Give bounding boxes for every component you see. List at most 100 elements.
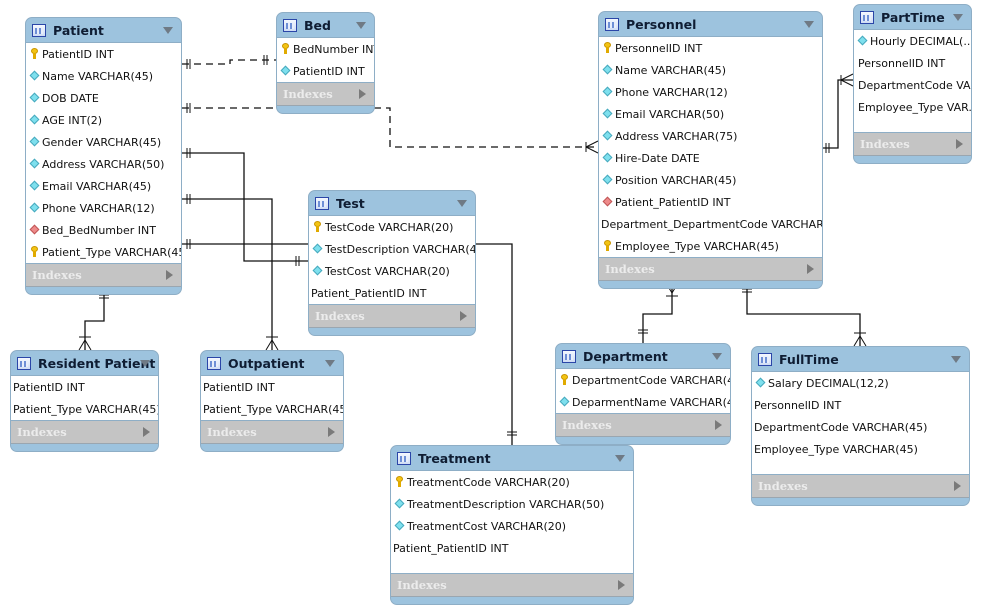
indexes-section[interactable]: Indexes [309,305,475,328]
column-row[interactable]: Email VARCHAR(45) [26,175,181,197]
rel-personnel-department[interactable] [638,282,679,343]
table-header[interactable]: Resident Patient [11,351,158,375]
column-row[interactable]: PatientID INT [277,60,374,82]
indexes-section[interactable]: Indexes [201,421,343,444]
expand-arrow-icon[interactable] [807,264,814,274]
column-row[interactable]: Patient_Type VARCHAR(45) [201,398,343,420]
indexes-section[interactable]: Indexes [11,421,158,444]
column-row[interactable]: PersonnelID INT [752,394,969,416]
collapse-toggle-icon[interactable] [804,21,814,28]
column-row[interactable]: TestCost VARCHAR(20) [309,260,475,282]
table-department[interactable]: Department DepartmentCode VARCHAR(45) De… [555,343,731,445]
indexes-section[interactable]: Indexes [752,475,969,498]
rel-patient-bed[interactable] [182,55,276,69]
table-header[interactable]: Personnel [599,12,822,36]
expand-arrow-icon[interactable] [359,89,366,99]
column-row[interactable]: Bed_BedNumber INT [26,219,181,241]
column-row[interactable]: Patient_PatientID INT [309,282,475,304]
expand-arrow-icon[interactable] [328,427,335,437]
column-row[interactable]: Patient_PatientID INT [391,537,633,559]
column-row[interactable]: Name VARCHAR(45) [26,65,181,87]
column-row[interactable]: BedNumber INT [277,38,374,60]
expand-arrow-icon[interactable] [166,270,173,280]
column-row[interactable]: PersonnelID INT [854,52,971,74]
collapse-toggle-icon[interactable] [457,200,467,207]
rel-patient-test[interactable] [182,148,308,266]
column-row[interactable]: DOB DATE [26,87,181,109]
column-row[interactable]: Employee_Type VAR... [854,96,971,118]
column-row[interactable]: Address VARCHAR(50) [26,153,181,175]
table-parttime[interactable]: PartTime Hourly DECIMAL(... PersonnelID … [853,4,972,164]
column-row[interactable]: Gender VARCHAR(45) [26,131,181,153]
table-header[interactable]: Department [556,344,730,368]
column-row[interactable]: TreatmentCost VARCHAR(20) [391,515,633,537]
column-row[interactable]: Hourly DECIMAL(... [854,30,971,52]
column-row[interactable]: Salary DECIMAL(12,2) [752,372,969,394]
column-row[interactable]: Employee_Type VARCHAR(45) [752,438,969,460]
collapse-toggle-icon[interactable] [325,360,335,367]
rel-patient-outpatient[interactable] [182,194,279,351]
column-row[interactable]: Address VARCHAR(75) [599,125,822,147]
column-row[interactable]: PatientID INT [11,376,158,398]
table-fulltime[interactable]: FullTime Salary DECIMAL(12,2) PersonnelI… [751,346,970,506]
collapse-toggle-icon[interactable] [140,360,150,367]
table-header[interactable]: Treatment [391,446,633,470]
column-row[interactable]: Patient_Type VARCHAR(45) [26,241,181,263]
indexes-section[interactable]: Indexes [277,83,374,106]
collapse-toggle-icon[interactable] [951,356,961,363]
table-test[interactable]: Test TestCode VARCHAR(20) TestDescriptio… [308,190,476,336]
column-row[interactable]: AGE INT(2) [26,109,181,131]
collapse-toggle-icon[interactable] [356,22,366,29]
column-row[interactable]: TreatmentCode VARCHAR(20) [391,471,633,493]
column-row[interactable]: PersonnelID INT [599,37,822,59]
column-row[interactable]: TestDescription VARCHAR(45) [309,238,475,260]
column-row[interactable]: Position VARCHAR(45) [599,169,822,191]
table-resident-patient[interactable]: Resident Patient PatientID INT Patient_T… [10,350,159,452]
indexes-section[interactable]: Indexes [599,258,822,281]
table-header[interactable]: Test [309,191,475,215]
expand-arrow-icon[interactable] [143,427,150,437]
indexes-section[interactable]: Indexes [556,414,730,437]
table-personnel[interactable]: Personnel PersonnelID INT Name VARCHAR(4… [598,11,823,289]
collapse-toggle-icon[interactable] [953,14,963,21]
table-header[interactable]: Patient [26,18,181,42]
table-header[interactable]: FullTime [752,347,969,371]
column-row[interactable]: DepartmentCode VARCHAR(45) [556,369,730,391]
column-row[interactable]: Name VARCHAR(45) [599,59,822,81]
rel-patient-personnel[interactable] [182,103,599,154]
rel-personnel-parttime[interactable] [822,73,854,153]
table-header[interactable]: PartTime [854,5,971,29]
column-row[interactable]: Patient_PatientID INT [599,191,822,213]
column-row[interactable]: Department_DepartmentCode VARCHAR(45) [599,213,822,235]
table-treatment[interactable]: Treatment TreatmentCode VARCHAR(20) Trea… [390,445,634,605]
column-row[interactable]: DepartmentCode VARCHAR(45) [752,416,969,438]
collapse-toggle-icon[interactable] [615,455,625,462]
column-row[interactable]: TestCode VARCHAR(20) [309,216,475,238]
column-row[interactable]: DepartmentCode VA... [854,74,971,96]
column-row[interactable]: PatientID INT [26,43,181,65]
expand-arrow-icon[interactable] [460,311,467,321]
expand-arrow-icon[interactable] [954,481,961,491]
table-header[interactable]: Outpatient [201,351,343,375]
column-row[interactable]: Employee_Type VARCHAR(45) [599,235,822,257]
column-row[interactable]: PatientID INT [201,376,343,398]
table-header[interactable]: Bed [277,13,374,37]
column-row[interactable]: Phone VARCHAR(12) [599,81,822,103]
table-outpatient[interactable]: Outpatient PatientID INT Patient_Type VA… [200,350,344,452]
indexes-section[interactable]: Indexes [854,133,971,156]
expand-arrow-icon[interactable] [715,420,722,430]
column-row[interactable]: Email VARCHAR(50) [599,103,822,125]
column-row[interactable]: DeparmentName VARCHAR(45) [556,391,730,413]
indexes-section[interactable]: Indexes [391,574,633,597]
column-row[interactable]: Hire-Date DATE [599,147,822,169]
column-row[interactable]: TreatmentDescription VARCHAR(50) [391,493,633,515]
table-bed[interactable]: Bed BedNumber INT PatientID INT Indexes [276,12,375,114]
expand-arrow-icon[interactable] [956,139,963,149]
table-patient[interactable]: Patient PatientID INT Name VARCHAR(45) D… [25,17,182,295]
indexes-section[interactable]: Indexes [26,264,181,287]
expand-arrow-icon[interactable] [618,580,625,590]
rel-personnel-fulltime[interactable] [742,284,867,347]
collapse-toggle-icon[interactable] [712,353,722,360]
column-row[interactable]: Patient_Type VARCHAR(45) [11,398,158,420]
column-row[interactable]: Phone VARCHAR(12) [26,197,181,219]
